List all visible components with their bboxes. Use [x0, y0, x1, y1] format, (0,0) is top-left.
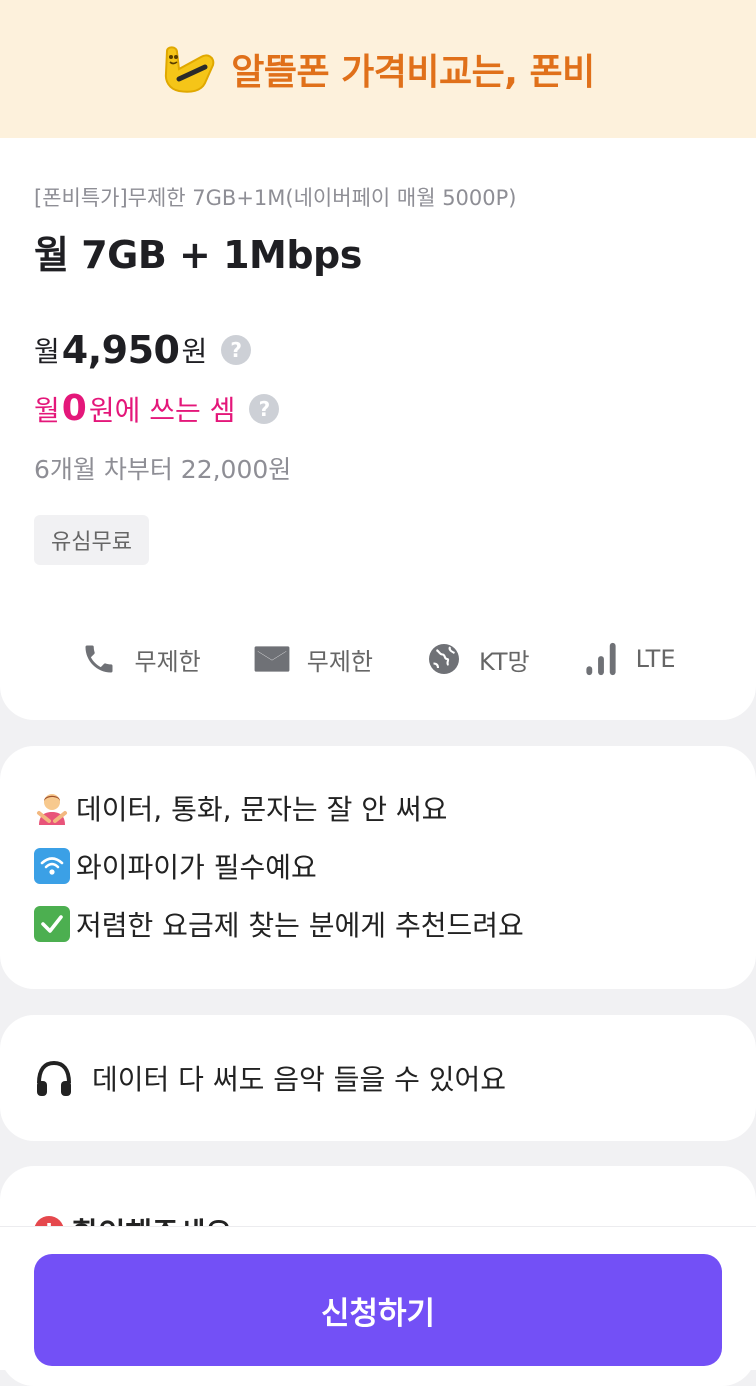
reco-text: 와이파이가 필수예요 [76, 851, 317, 884]
music-feature-card: 데이터 다 써도 음악 들을 수 있어요 [0, 1015, 756, 1141]
reco-text: 데이터, 통화, 문자는 잘 안 써요 [76, 793, 448, 826]
apply-button[interactable]: 신청하기 [34, 1254, 722, 1366]
spec-call: 무제한 [80, 640, 201, 678]
spec-sms-label: 무제한 [306, 647, 373, 676]
price-help-icon[interactable]: ? [221, 335, 252, 365]
reco-item: 저렴한 요금제 찾는 분에게 추천드려요 [34, 904, 524, 944]
plan-specs: 무제한 무제한 KT망 LTE [0, 598, 756, 720]
effective-price: 월 0 원에 쓰는 셈 ? [34, 388, 280, 429]
plan-title: 월 7GB + 1Mbps [34, 233, 362, 277]
reco-item: 와이파이가 필수예요 [34, 846, 317, 886]
reco-text: 저렴한 요금제 찾는 분에게 추천드려요 [76, 909, 524, 942]
spec-lte: LTE [582, 640, 676, 678]
effective-help-icon[interactable]: ? [249, 393, 280, 424]
phone-icon [80, 640, 118, 678]
price-after-promo: 6개월 차부터 22,000원 [34, 455, 292, 484]
spec-lte-label: LTE [635, 645, 676, 673]
price-prefix: 월 [34, 335, 60, 368]
price-suffix: 원 [181, 335, 208, 368]
free-usim-badge: 유심무료 [34, 515, 149, 565]
mail-icon [253, 640, 291, 678]
monthly-price: 월 4,950 원 ? [34, 328, 252, 372]
spec-sms: 무제한 [253, 640, 373, 678]
signal-icon [582, 640, 620, 678]
spec-network-label: KT망 [478, 647, 530, 676]
phonebee-logo-icon [165, 46, 215, 93]
banner-title: 알뜰폰 가격비교는, 폰비 [231, 52, 595, 93]
plan-summary-card: [폰비특가]무제한 7GB+1M(네이버페이 매월 5000P) 월 7GB +… [0, 138, 756, 598]
recommendation-card: 데이터, 통화, 문자는 잘 안 써요 와이파이가 필수예요 저렴한 요금제 찾… [0, 746, 756, 989]
spec-network: KT망 [425, 640, 530, 678]
effective-suffix: 원에 쓰는 셈 [88, 393, 236, 427]
top-banner: 알뜰폰 가격비교는, 폰비 [0, 0, 756, 138]
reco-item: 데이터, 통화, 문자는 잘 안 써요 [34, 788, 447, 828]
plan-subtitle: [폰비특가]무제한 7GB+1M(네이버페이 매월 5000P) [34, 186, 517, 210]
spec-call-label: 무제한 [134, 647, 201, 676]
bottom-action-bar: 신청하기 [0, 1226, 756, 1370]
price-amount: 4,950 [61, 328, 180, 372]
check-mark-icon [34, 906, 70, 942]
wifi-icon [34, 848, 70, 884]
music-feature-text: 데이터 다 써도 음악 들을 수 있어요 [92, 1063, 507, 1096]
headphones-icon [34, 1059, 74, 1097]
person-gesturing-no-icon [34, 790, 70, 826]
effective-amount: 0 [61, 388, 87, 429]
effective-prefix: 월 [34, 393, 60, 427]
globe-icon [425, 640, 463, 678]
